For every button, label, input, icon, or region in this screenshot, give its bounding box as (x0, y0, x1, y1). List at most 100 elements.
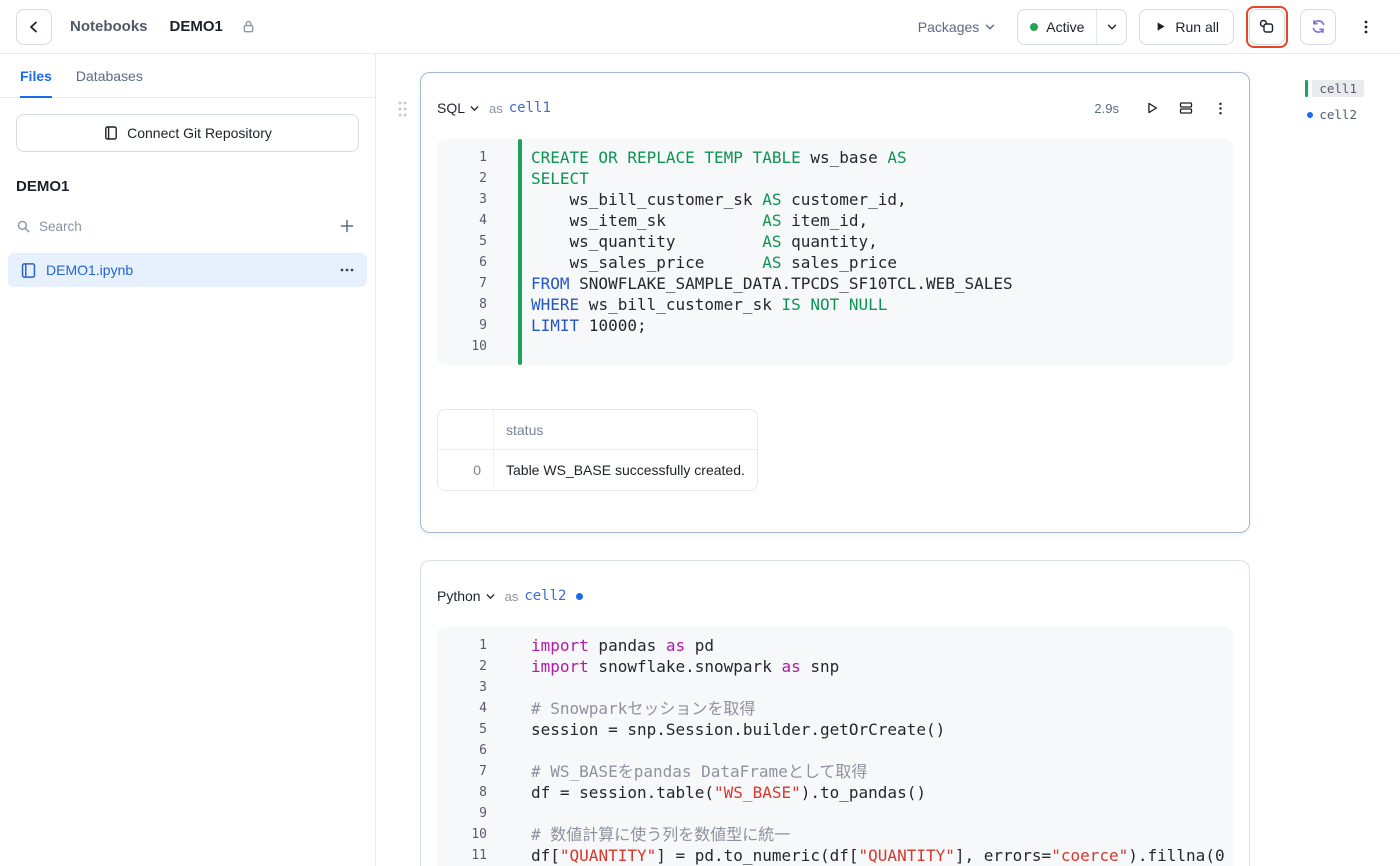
tab-databases[interactable]: Databases (76, 54, 143, 97)
result-header-row: status (438, 410, 757, 450)
display-mode-icon (1179, 102, 1193, 114)
breadcrumb-notebooks[interactable]: Notebooks (70, 18, 148, 35)
code-line: 8 df = session.table("WS_BASE").to_pandas… (479, 783, 926, 802)
privacy-lock-icon (241, 19, 256, 34)
kebab-vertical-icon (1364, 20, 1368, 33)
result-status-header: status (494, 410, 757, 450)
outline-cell1-label: cell1 (1312, 80, 1364, 97)
cell2-modified-dot (576, 592, 584, 600)
sidebar-tabs: Files Databases (0, 54, 375, 98)
cell1-run-success-bar (518, 139, 522, 365)
more-menu-button[interactable] (1348, 9, 1384, 45)
plus-icon (340, 219, 354, 233)
cell1-as-label: as (489, 100, 503, 116)
file-more-menu-button[interactable] (339, 262, 355, 278)
tab-databases-label: Databases (75, 67, 143, 84)
outline-item-cell1[interactable]: cell1 (1305, 80, 1364, 97)
duplicate-notebook-button[interactable] (1249, 8, 1285, 45)
cell1-language-dropdown[interactable]: SQL (437, 100, 481, 116)
code-line: 3 (479, 680, 487, 695)
packages-dropdown[interactable]: Packages (918, 19, 997, 35)
cell1-more-menu-button[interactable] (1207, 95, 1233, 121)
connect-git-label: Connect Git Repository (127, 125, 272, 141)
code-line: 4 ws_item_sk AS item_id, (479, 211, 869, 230)
cell2-header: Python as cell2 (437, 581, 1233, 611)
cell-drag-handle[interactable] (397, 100, 407, 123)
notebook-file-icon (21, 262, 36, 278)
code-line: 9 LIMIT 10000; (479, 316, 647, 335)
file-search-row (16, 211, 359, 241)
cell-outline: cell1 cell2 (1305, 80, 1364, 122)
chevron-left-icon (30, 21, 37, 32)
cell-python-cell2[interactable]: Python as cell2 1 import pandas as pd 2 imp… (420, 560, 1250, 866)
cell1-code-editor[interactable]: 1 CREATE OR REPLACE TEMP TABLE ws_base AS… (437, 139, 1233, 365)
code-line: 4 # Snowparkセッションを取得 (479, 699, 756, 718)
cell1-name[interactable]: cell1 (509, 100, 551, 116)
page-title: DEMO1 (169, 18, 223, 35)
active-status-dot (1030, 22, 1039, 31)
git-repository-icon (105, 126, 118, 140)
cell1-result-table: status 0 Table WS_BASE successfully crea… (437, 409, 758, 491)
file-item-demo1-ipynb[interactable]: DEMO1.ipynb (8, 253, 367, 287)
cell2-as-label: as (504, 588, 519, 604)
code-line: 10 (471, 339, 487, 354)
code-line: 1 import pandas as pd (479, 636, 715, 655)
cell1-display-mode-button[interactable] (1173, 95, 1199, 121)
chevron-down-icon (470, 105, 479, 111)
play-icon (1158, 22, 1165, 31)
search-icon (17, 220, 30, 232)
cell2-code-lines: 1 import pandas as pd 2 import snowflake.sn… (437, 635, 1233, 866)
outline-success-bar (1305, 80, 1309, 97)
code-line: 7 # WS_BASEをpandas DataFrameとして取得 (479, 762, 868, 781)
tab-files-label: Files (20, 67, 52, 84)
annotation-highlight (1246, 5, 1288, 48)
cell2-language-dropdown[interactable]: Python (437, 588, 497, 604)
result-row-index: 0 (438, 450, 494, 490)
cell1-header: SQL as cell1 2.9s (437, 93, 1233, 123)
code-line: 3 ws_bill_customer_sk AS customer_id, (479, 190, 907, 209)
code-line: 5 ws_quantity AS quantity, (479, 232, 878, 251)
cell2-name[interactable]: cell2 (524, 588, 566, 604)
add-file-button[interactable] (335, 214, 359, 238)
code-line: 8 WHERE ws_bill_customer_sk IS NOT NULL (479, 295, 888, 314)
code-line: 11 df["QUANTITY"] = pd.to_numeric(df["QUA… (471, 846, 1225, 865)
outline-item-cell2[interactable]: cell2 (1305, 107, 1357, 122)
sync-arrows-icon (1312, 19, 1324, 34)
code-line: 5 session = snp.Session.builder.getOrCrea… (479, 720, 946, 739)
session-status-button[interactable]: Active (1017, 8, 1128, 45)
tab-files[interactable]: Files (20, 54, 52, 98)
cell1-run-button[interactable] (1139, 95, 1165, 121)
cell-sql-cell1[interactable]: SQL as cell1 2.9s 1 CREATE OR REPLACE TEM… (420, 72, 1250, 533)
code-line: 2 import snowflake.snowpark as snp (479, 657, 840, 676)
outline-modified-dot (1307, 111, 1314, 118)
notebook-section-title: DEMO1 (16, 178, 70, 195)
connect-git-button[interactable]: Connect Git Repository (16, 114, 359, 152)
code-line: 6 (479, 743, 487, 758)
result-index-header (438, 410, 494, 450)
grip-dots-icon (398, 101, 407, 117)
notebook-canvas: SQL as cell1 2.9s 1 CREATE OR REPLACE TEM… (377, 54, 1400, 866)
sidebar: Files Databases Connect Git Repository D… (0, 54, 376, 866)
run-all-label: Run all (1175, 18, 1219, 35)
outline-cell2-label: cell2 (1319, 107, 1357, 122)
cell1-code-lines: 1 CREATE OR REPLACE TEMP TABLE ws_base AS… (437, 147, 1233, 357)
chevron-down-icon (486, 593, 494, 599)
status-chevron-button[interactable] (1096, 9, 1126, 44)
refresh-connection-button[interactable] (1300, 8, 1336, 45)
packages-label: Packages (917, 18, 980, 35)
cell1-language-label: SQL (437, 100, 466, 116)
cell2-code-editor[interactable]: 1 import pandas as pd 2 import snowflake.sn… (437, 627, 1233, 866)
code-line: 6 ws_sales_price AS sales_price (479, 253, 898, 272)
code-line: 9 (479, 806, 487, 821)
code-line: 7 FROM SNOWFLAKE_SAMPLE_DATA.TPCDS_SF10TC… (479, 274, 1013, 293)
search-input[interactable] (39, 218, 327, 234)
cell1-run-duration: 2.9s (1094, 100, 1119, 116)
result-row-status: Table WS_BASE successfully created. (506, 462, 745, 478)
kebab-horizontal-icon (340, 268, 354, 272)
back-button[interactable] (16, 8, 52, 45)
run-all-button[interactable]: Run all (1139, 8, 1234, 45)
play-icon (1148, 102, 1158, 114)
status-label: Active (1046, 18, 1085, 35)
result-row[interactable]: 0 Table WS_BASE successfully created. (438, 450, 757, 490)
code-line: 1 CREATE OR REPLACE TEMP TABLE ws_base AS (479, 148, 907, 167)
